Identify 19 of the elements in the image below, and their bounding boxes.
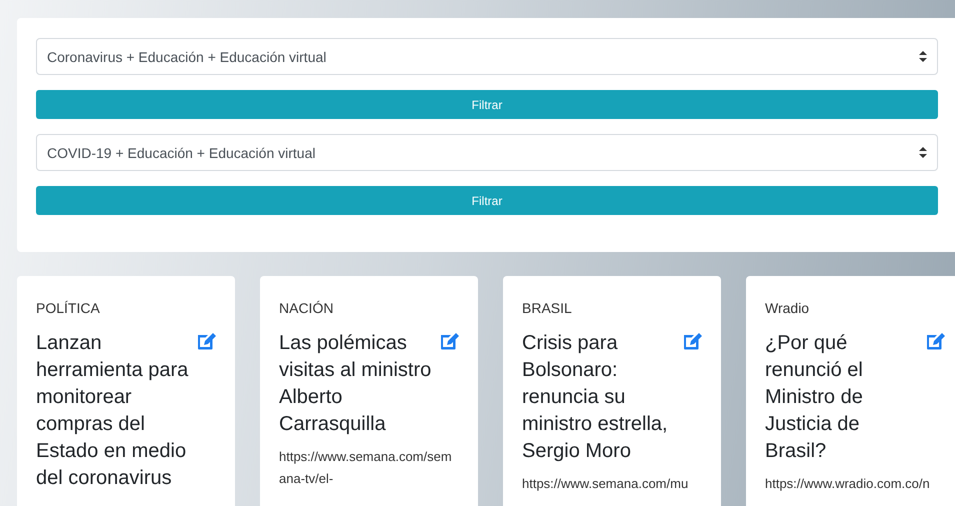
card-title: Las polémicas visitas al ministro Alberto Carrasquilla: [279, 331, 432, 437]
topic-select[interactable]: COVID-19 + Educación + Educación virtual: [36, 134, 938, 171]
card-title: ¿Por qué renunció el Ministro de Justicia de Brasil?: [765, 331, 864, 464]
card-url[interactable]: https://www.semana.com/semana-tv/el-: [279, 446, 457, 490]
edit-icon[interactable]: [196, 332, 217, 351]
edit-icon[interactable]: [682, 332, 703, 351]
edit-icon[interactable]: [439, 332, 460, 351]
topic-select[interactable]: Coronavirus + Educación + Educación virtual: [36, 38, 938, 75]
card-title: Crisis para Bolsonaro: renuncia su ministro estrella, Sergio Moro: [522, 331, 669, 464]
sort-caret-icon: [919, 51, 927, 62]
card-section: BRASIL: [522, 300, 703, 316]
edit-icon[interactable]: [925, 332, 946, 351]
sort-caret-icon: [919, 147, 927, 158]
card-section: POLÍTICA: [36, 300, 217, 316]
card-url[interactable]: https://www.semana.com/mu: [522, 473, 700, 495]
card-section: Wradio: [765, 300, 946, 316]
card-url[interactable]: https://www.wradio.com.co/n: [765, 473, 943, 495]
card-section: NACIÓN: [279, 300, 460, 316]
card-title: Lanzan herramienta para monitorear compras del Estado en medio del coronavirus: [36, 331, 190, 491]
